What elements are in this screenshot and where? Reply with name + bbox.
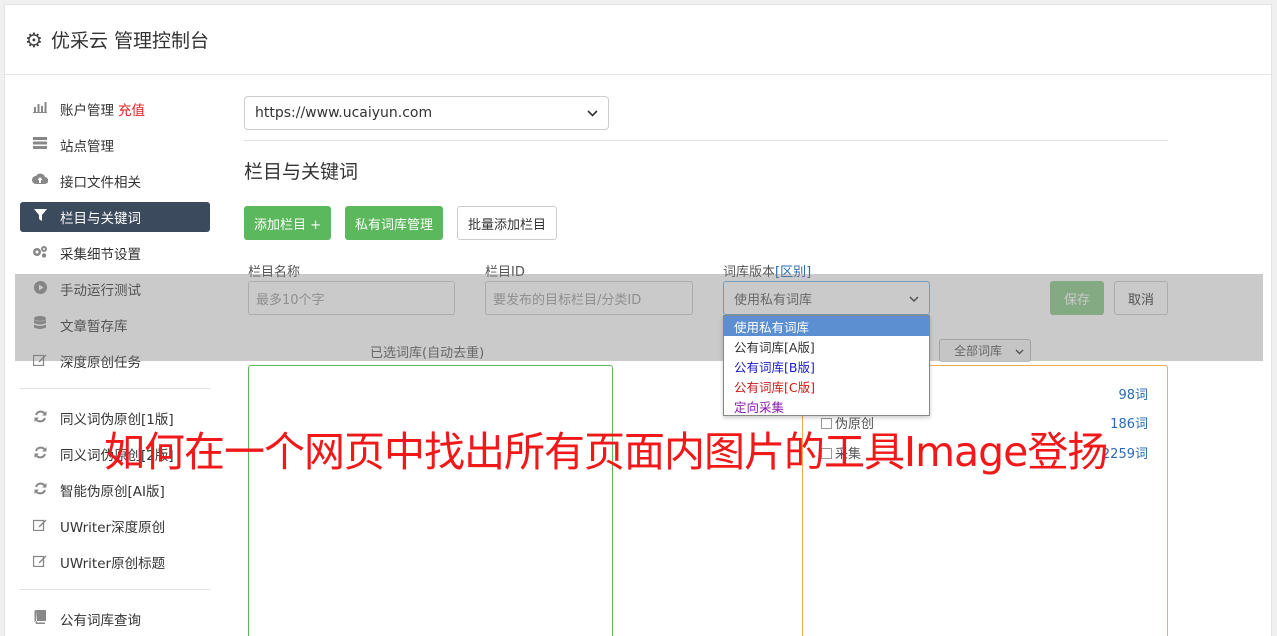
add-column-button[interactable]: 添加栏目 + — [244, 206, 332, 240]
site-select-value: https://www.ucaiyun.com — [255, 105, 433, 121]
sidebar-item-public-lib[interactable]: 公有词库查询 — [20, 604, 210, 634]
refresh-icon — [31, 410, 49, 427]
caption-watermark: 如何在一个网页中找出所有页面内图片的工具Image登扬 — [104, 428, 1108, 476]
private-lib-button[interactable]: 私有词库管理 — [345, 206, 444, 240]
sidebar-item-label: 智能伪原创[AI版] — [60, 484, 165, 500]
lib-count: 98词 — [1118, 388, 1148, 403]
sidebar: 账户管理 充值 站点管理 接口文件相关 栏目与关键词 采集细节设置 手动运行测试 — [20, 94, 210, 636]
dropdown-option-public-c[interactable]: 公有词库[C版] — [724, 376, 929, 396]
sidebar-item-label: UWriter深度原创 — [60, 520, 166, 536]
dropdown-option-public-b[interactable]: 公有词库[B版] — [724, 356, 929, 376]
gear-icon: ⚙ — [25, 27, 43, 52]
sidebar-item-collect-settings[interactable]: 采集细节设置 — [20, 238, 210, 268]
sidebar-item-interface[interactable]: 接口文件相关 — [20, 166, 210, 196]
filter-icon — [31, 209, 49, 225]
divider — [244, 140, 1168, 141]
sidebar-item-ai-rewrite[interactable]: 智能伪原创[AI版] — [20, 475, 210, 505]
edit-icon — [31, 554, 49, 571]
edit-icon — [31, 518, 49, 535]
sidebar-item-account[interactable]: 账户管理 充值 — [20, 94, 210, 124]
sidebar-item-label: 账户管理 — [60, 103, 114, 119]
sidebar-item-label: 栏目与关键词 — [60, 211, 141, 227]
dropdown-option-private[interactable]: 使用私有词库 — [724, 316, 929, 336]
dropdown-option-targeted[interactable]: 定向采集 — [724, 396, 929, 416]
section-title: 栏目与关键词 — [244, 161, 359, 183]
highlight-overlay — [15, 274, 1263, 361]
page-title: 优采云 管理控制台 — [50, 30, 209, 52]
sidebar-divider — [20, 388, 210, 389]
sidebar-item-label: 公有词库查询 — [60, 613, 141, 629]
lib-count: 186词 — [1110, 417, 1148, 432]
dropdown-option-public-a[interactable]: 公有词库[A版] — [724, 336, 929, 356]
cogs-icon — [31, 245, 49, 262]
site-select[interactable]: https://www.ucaiyun.com — [244, 96, 609, 130]
chevron-down-icon — [587, 105, 598, 121]
lib-version-dropdown: 使用私有词库 公有词库[A版] 公有词库[B版] 公有词库[C版] 定向采集 — [723, 315, 930, 416]
recharge-link[interactable]: 充值 — [118, 99, 145, 119]
cloud-upload-icon — [31, 173, 49, 189]
page-header: ⚙ 优采云 管理控制台 — [5, 5, 1271, 75]
sidebar-item-label: 站点管理 — [60, 139, 114, 155]
sidebar-item-label: UWriter原创标题 — [60, 556, 166, 572]
refresh-icon — [31, 482, 49, 499]
sidebar-item-label: 接口文件相关 — [60, 175, 141, 191]
book-icon — [31, 610, 49, 628]
sidebar-divider — [20, 589, 210, 590]
server-icon — [31, 137, 49, 153]
sidebar-item-uwriter-deep[interactable]: UWriter深度原创 — [20, 511, 210, 541]
batch-add-button[interactable]: 批量添加栏目 — [457, 206, 558, 240]
sidebar-item-columns[interactable]: 栏目与关键词 — [20, 202, 210, 232]
bar-chart-icon — [31, 101, 49, 117]
main-content: https://www.ucaiyun.com 栏目与关键词 添加栏目 + 私有… — [244, 96, 1168, 240]
lib-count: 2259词 — [1101, 447, 1148, 462]
refresh-icon — [31, 446, 49, 463]
sidebar-item-label: 采集细节设置 — [60, 247, 141, 263]
action-buttons: 添加栏目 + 私有词库管理 批量添加栏目 — [244, 206, 1164, 240]
selected-lib-box — [248, 365, 613, 636]
sidebar-item-uwriter-title[interactable]: UWriter原创标题 — [20, 547, 210, 577]
sidebar-item-sites[interactable]: 站点管理 — [20, 130, 210, 160]
